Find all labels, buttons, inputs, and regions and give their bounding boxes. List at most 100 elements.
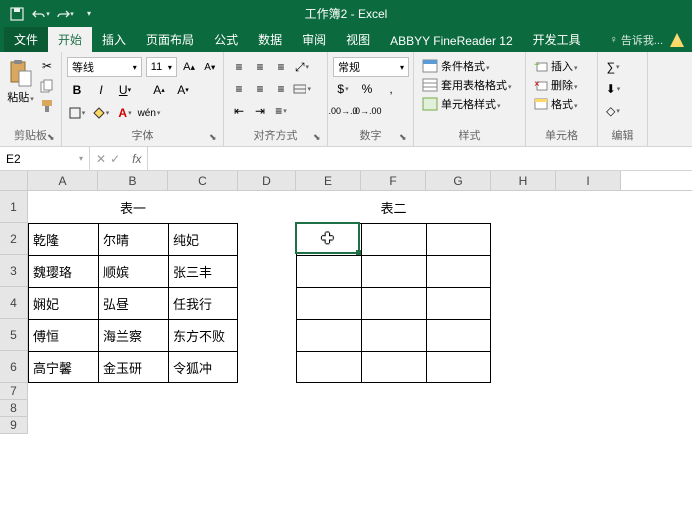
- font-size-combo[interactable]: 11▾: [146, 57, 177, 77]
- fx-icon[interactable]: fx: [126, 152, 147, 166]
- col-header-G[interactable]: G: [426, 171, 491, 190]
- redo-icon[interactable]: ▾: [54, 3, 76, 25]
- tab-abbyy[interactable]: ABBYY FineReader 12: [380, 30, 523, 52]
- col-header-H[interactable]: H: [491, 171, 556, 190]
- tab-data[interactable]: 数据: [248, 27, 292, 52]
- cell-G3[interactable]: [426, 255, 491, 287]
- clipboard-launcher[interactable]: ⬊: [47, 132, 59, 144]
- tab-file[interactable]: 文件: [4, 27, 48, 52]
- cell-B4[interactable]: 弘昼: [98, 287, 168, 319]
- row-header-2[interactable]: 2: [0, 223, 28, 255]
- align-center-icon[interactable]: ≡: [250, 79, 270, 99]
- row-header-6[interactable]: 6: [0, 351, 28, 383]
- increase-decimal-icon[interactable]: .00→.0: [333, 101, 353, 121]
- cell-A3[interactable]: 魏璎珞: [28, 255, 98, 287]
- col-header-C[interactable]: C: [168, 171, 238, 190]
- font-name-combo[interactable]: 等线▾: [67, 57, 142, 77]
- col-header-I[interactable]: I: [556, 171, 621, 190]
- cell-B3[interactable]: 顺嫔: [98, 255, 168, 287]
- accounting-format-icon[interactable]: $: [333, 79, 353, 99]
- cell-F2[interactable]: [361, 223, 426, 255]
- row-header-3[interactable]: 3: [0, 255, 28, 287]
- cell-G5[interactable]: [426, 319, 491, 351]
- tab-formulas[interactable]: 公式: [204, 27, 248, 52]
- border-button[interactable]: [67, 103, 87, 123]
- underline-button[interactable]: U▾: [115, 80, 135, 100]
- tab-review[interactable]: 审阅: [292, 27, 336, 52]
- formula-bar[interactable]: [147, 147, 692, 170]
- align-right-icon[interactable]: ≡: [271, 79, 291, 99]
- cell-F4[interactable]: [361, 287, 426, 319]
- cell-A2[interactable]: 乾隆: [28, 223, 98, 255]
- cell-styles-button[interactable]: 单元格样式: [419, 95, 520, 113]
- col-header-F[interactable]: F: [361, 171, 426, 190]
- row-header-9[interactable]: 9: [0, 417, 28, 434]
- format-cells-button[interactable]: 格式: [531, 95, 592, 113]
- conditional-format-button[interactable]: 条件格式: [419, 57, 520, 75]
- cell-G2[interactable]: [426, 223, 491, 255]
- tab-layout[interactable]: 页面布局: [136, 27, 204, 52]
- cell-F5[interactable]: [361, 319, 426, 351]
- font-grow-icon[interactable]: A▴: [149, 80, 169, 100]
- row-header-5[interactable]: 5: [0, 319, 28, 351]
- align-bottom-icon[interactable]: ≡: [271, 57, 291, 77]
- align-top-icon[interactable]: ≡: [229, 57, 249, 77]
- cell-E3[interactable]: [296, 255, 361, 287]
- clear-button[interactable]: ◇: [603, 101, 623, 121]
- cell-C3[interactable]: 张三丰: [168, 255, 238, 287]
- cut-icon[interactable]: ✂: [38, 57, 56, 75]
- cell-E4[interactable]: [296, 287, 361, 319]
- align-middle-icon[interactable]: ≡: [250, 57, 270, 77]
- orientation-icon[interactable]: ⤢: [292, 57, 312, 77]
- qat-customize-icon[interactable]: ▾: [78, 3, 100, 25]
- copy-icon[interactable]: [38, 77, 56, 95]
- select-all-corner[interactable]: [0, 171, 28, 190]
- cell-B2[interactable]: 尔晴: [98, 223, 168, 255]
- cell-F6[interactable]: [361, 351, 426, 383]
- cell-B6[interactable]: 金玉研: [98, 351, 168, 383]
- decrease-decimal-icon[interactable]: .0→.00: [357, 101, 377, 121]
- cell-C4[interactable]: 任我行: [168, 287, 238, 319]
- wrap-text-button[interactable]: ≡: [271, 101, 291, 121]
- tab-home[interactable]: 开始: [48, 27, 92, 52]
- italic-button[interactable]: I: [91, 80, 111, 100]
- row-header-1[interactable]: 1: [0, 191, 28, 223]
- cell-A1[interactable]: 表一: [28, 191, 238, 223]
- cell-G6[interactable]: [426, 351, 491, 383]
- number-launcher[interactable]: ⬊: [399, 132, 411, 144]
- bold-button[interactable]: B: [67, 80, 87, 100]
- cell-E6[interactable]: [296, 351, 361, 383]
- col-header-D[interactable]: D: [238, 171, 296, 190]
- number-format-combo[interactable]: 常规▾: [333, 57, 409, 77]
- cell-G4[interactable]: [426, 287, 491, 319]
- align-left-icon[interactable]: ≡: [229, 79, 249, 99]
- cell-B5[interactable]: 海兰察: [98, 319, 168, 351]
- tell-me[interactable]: ♀ 告诉我...!: [602, 28, 692, 52]
- format-painter-icon[interactable]: [38, 97, 56, 115]
- font-color-button[interactable]: A: [115, 103, 135, 123]
- insert-cells-button[interactable]: +插入: [531, 57, 592, 75]
- cancel-formula-icon[interactable]: ✕: [96, 152, 106, 166]
- undo-icon[interactable]: ▾: [30, 3, 52, 25]
- cell-E5[interactable]: [296, 319, 361, 351]
- font-launcher[interactable]: ⬊: [209, 132, 221, 144]
- decrease-font-icon[interactable]: A▾: [201, 57, 218, 77]
- col-header-A[interactable]: A: [28, 171, 98, 190]
- fill-color-button[interactable]: [91, 103, 111, 123]
- font-shrink-icon[interactable]: A▾: [173, 80, 193, 100]
- cell-A5[interactable]: 傅恒: [28, 319, 98, 351]
- cell-C2[interactable]: 纯妃: [168, 223, 238, 255]
- tab-insert[interactable]: 插入: [92, 27, 136, 52]
- fill-button[interactable]: ⬇: [603, 79, 623, 99]
- phonetic-button[interactable]: wén: [139, 103, 159, 123]
- enter-formula-icon[interactable]: ✓: [110, 152, 120, 166]
- cell-E1[interactable]: 表二: [296, 191, 491, 223]
- save-icon[interactable]: [6, 3, 28, 25]
- autosum-button[interactable]: ∑: [603, 57, 623, 77]
- table-format-button[interactable]: 套用表格格式: [419, 76, 520, 94]
- increase-indent-icon[interactable]: ⇥: [250, 101, 270, 121]
- increase-font-icon[interactable]: A▴: [181, 57, 198, 77]
- decrease-indent-icon[interactable]: ⇤: [229, 101, 249, 121]
- comma-format-icon[interactable]: ,: [381, 79, 401, 99]
- tab-developer[interactable]: 开发工具: [523, 27, 591, 52]
